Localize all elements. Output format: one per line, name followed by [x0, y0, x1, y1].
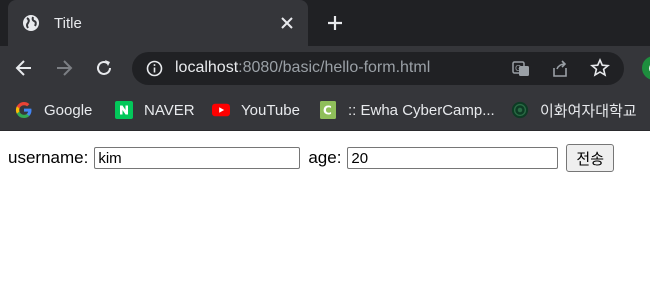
age-input[interactable]: [347, 147, 559, 169]
bookmark-label: :: Ewha CyberCamp...: [348, 101, 495, 119]
submit-button[interactable]: 전송: [566, 144, 615, 172]
info-icon[interactable]: [146, 60, 163, 77]
reload-icon[interactable]: [93, 57, 115, 79]
new-tab-button[interactable]: [324, 12, 346, 34]
browser-chrome: Title localhost:8080/basic/hello-form.ht…: [0, 0, 650, 131]
close-tab-icon[interactable]: [278, 14, 296, 32]
cybercampus-icon: C: [319, 101, 337, 119]
age-label: age:: [308, 148, 342, 167]
youtube-icon: [212, 101, 230, 119]
bookmark-google[interactable]: Google: [15, 90, 92, 130]
username-label: username:: [8, 148, 89, 167]
forward-arrow-icon[interactable]: [53, 57, 75, 79]
hello-form: username: age: 전송: [8, 144, 615, 172]
bookmark-label: NAVER: [144, 101, 195, 119]
tab-active[interactable]: Title: [8, 0, 308, 46]
svg-text:C: C: [323, 104, 332, 118]
toolbar: localhost:8080/basic/hello-form.html G G: [0, 46, 650, 90]
tab-strip: Title: [0, 0, 650, 46]
profile-avatar[interactable]: G: [642, 56, 650, 80]
bookmark-star-icon[interactable]: [590, 58, 610, 78]
url-path: :8080/basic/hello-form.html: [238, 59, 431, 76]
svg-text:G: G: [515, 64, 521, 73]
url-text: localhost:8080/basic/hello-form.html: [175, 59, 430, 77]
bookmark-label: YouTube: [241, 101, 300, 119]
globe-icon: [22, 14, 40, 32]
username-input[interactable]: [94, 147, 301, 169]
bookmark-cybercampus[interactable]: C :: Ewha CyberCamp...: [319, 90, 495, 130]
share-icon[interactable]: [550, 59, 570, 79]
address-bar[interactable]: localhost:8080/basic/hello-form.html G: [132, 52, 624, 85]
bookmarks-bar: Google NAVER YouTube C :: Ewha CyberCamp…: [0, 90, 650, 131]
google-icon: [15, 101, 33, 119]
bookmark-label: 이화여자대학교: [540, 102, 637, 120]
bookmark-naver[interactable]: NAVER: [115, 90, 195, 130]
back-arrow-icon[interactable]: [13, 57, 35, 79]
bookmark-ewha[interactable]: 이화여자대학교: [511, 90, 637, 130]
naver-icon: [115, 101, 133, 119]
tab-title: Title: [54, 14, 82, 32]
bookmark-youtube[interactable]: YouTube: [212, 90, 300, 130]
translate-icon[interactable]: G: [511, 59, 531, 79]
url-host: localhost: [175, 59, 239, 76]
bookmark-label: Google: [44, 101, 93, 119]
ewha-icon: [511, 101, 529, 119]
